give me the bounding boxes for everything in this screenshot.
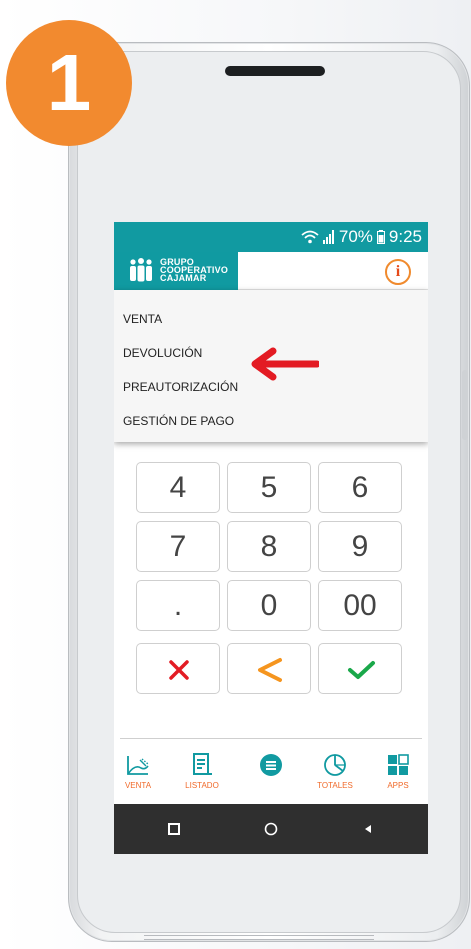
menu-item-gestion-de-pago[interactable]: GESTIÓN DE PAGO <box>114 404 428 438</box>
tab-listado[interactable]: LISTADO <box>176 752 228 790</box>
tab-label: TOTALES <box>317 781 353 790</box>
cancel-button[interactable] <box>136 643 220 694</box>
logo-text: GRUPO COOPERATIVO CAJAMAR <box>160 257 229 283</box>
back-icon[interactable] <box>348 804 388 854</box>
phone-bottom-edge <box>144 935 374 940</box>
phone-screen: 70% 9:25 GRUPO COOPERATIVO CAJAMAR i VEN… <box>114 222 428 854</box>
apps-grid-icon <box>388 754 409 775</box>
battery-percent: 70% <box>338 227 373 246</box>
key-6[interactable]: 6 <box>318 462 402 513</box>
key-00[interactable]: 00 <box>318 580 402 631</box>
step-number-badge: 1 <box>6 20 132 146</box>
tabbar-divider <box>120 738 422 739</box>
key-4[interactable]: 4 <box>136 462 220 513</box>
people-logo-icon <box>130 258 152 282</box>
phone-speaker <box>225 66 325 76</box>
backspace-chevron-icon <box>258 658 282 682</box>
signal-icon <box>322 230 335 244</box>
wifi-icon <box>301 230 319 244</box>
confirm-button[interactable] <box>318 643 402 694</box>
tab-label: LISTADO <box>185 781 219 790</box>
home-icon[interactable] <box>251 804 291 854</box>
menu-icon <box>260 754 282 776</box>
key-8[interactable]: 8 <box>227 521 311 572</box>
cajamar-logo: GRUPO COOPERATIVO CAJAMAR <box>128 257 228 283</box>
tab-totales[interactable]: TOTALES <box>309 752 361 790</box>
key-5[interactable]: 5 <box>227 462 311 513</box>
battery-icon <box>376 230 385 244</box>
info-icon[interactable]: i <box>385 259 411 285</box>
tab-apps[interactable]: APPS <box>372 752 424 790</box>
cancel-x-icon <box>169 660 189 680</box>
status-bar: 70% 9:25 <box>114 222 428 252</box>
bottom-tab-bar: VENTA LISTADO TOTALES APPS <box>114 752 428 804</box>
key-decimal[interactable]: . <box>136 580 220 631</box>
pie-chart-icon <box>324 754 346 776</box>
clock: 9:25 <box>388 227 422 246</box>
tab-label: VENTA <box>124 781 152 790</box>
recent-apps-icon[interactable] <box>154 804 194 854</box>
pointer-arrow-icon <box>251 347 319 381</box>
tutorial-stage: 1 70% 9:25 GRUPO COOPERATIVO CAJAMAR i V… <box>0 0 471 949</box>
android-nav-bar <box>114 804 428 854</box>
tab-venta[interactable]: VENTA <box>114 752 164 790</box>
key-7[interactable]: 7 <box>136 521 220 572</box>
receipt-printer-icon <box>127 756 149 775</box>
list-document-icon <box>193 753 212 775</box>
tab-label: APPS <box>387 781 409 790</box>
key-9[interactable]: 9 <box>318 521 402 572</box>
check-icon <box>348 661 375 679</box>
tab-menu[interactable] <box>245 752 297 781</box>
phone-side-button <box>462 370 468 440</box>
app-header: GRUPO COOPERATIVO CAJAMAR i <box>114 252 428 290</box>
key-0[interactable]: 0 <box>227 580 311 631</box>
backspace-button[interactable] <box>227 643 311 694</box>
menu-item-venta[interactable]: VENTA <box>114 302 428 336</box>
